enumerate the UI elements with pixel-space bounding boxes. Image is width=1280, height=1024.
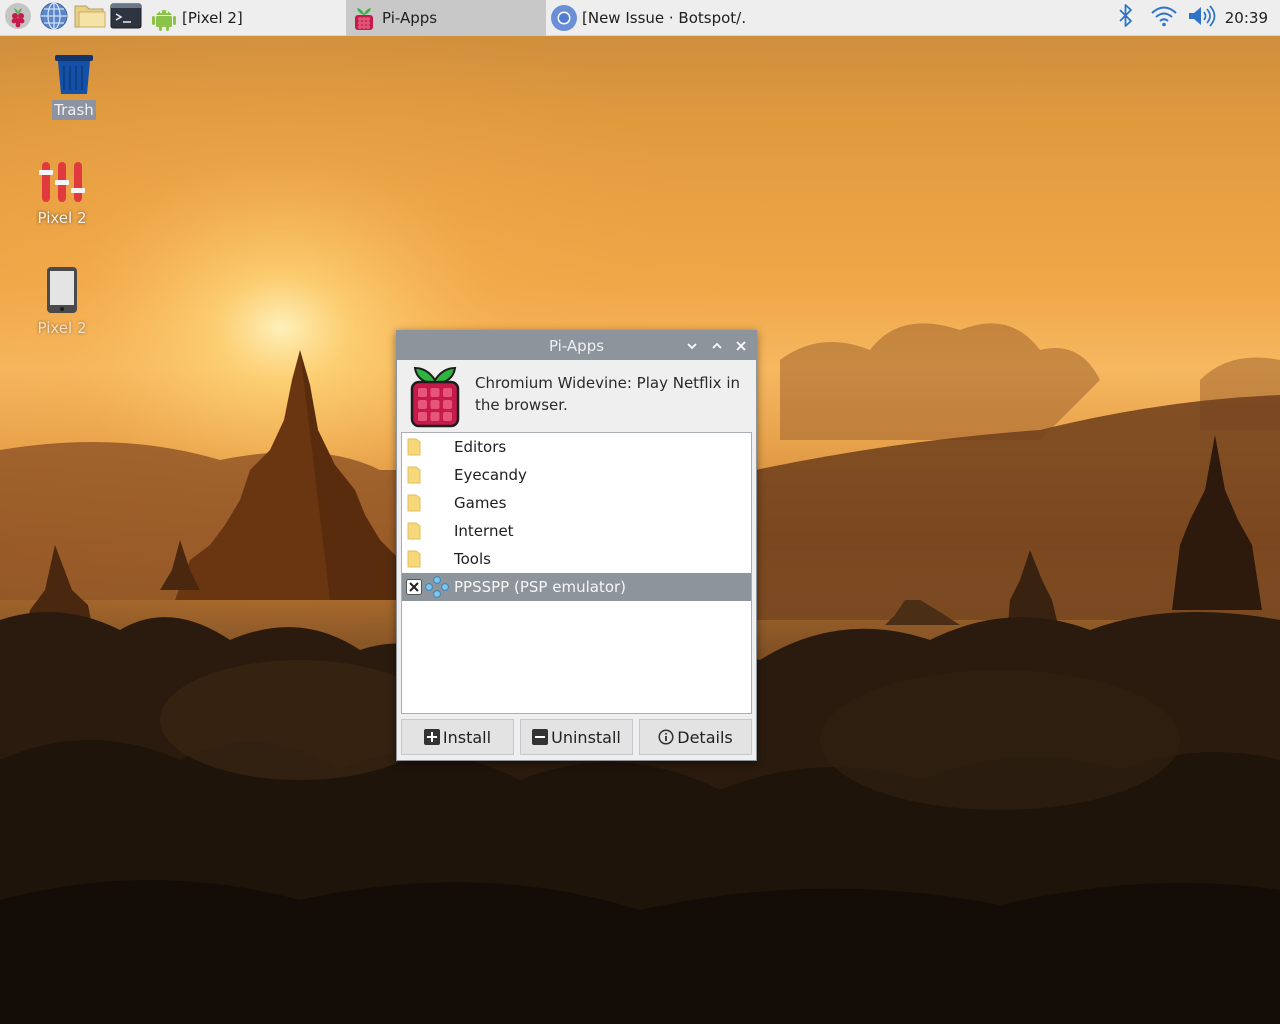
uninstall-button[interactable]: Uninstall xyxy=(520,719,633,755)
install-button-label: Install xyxy=(442,727,492,747)
window-header: Chromium Widevine: Play Netflix in the b… xyxy=(397,360,756,432)
uninstalled-x-icon xyxy=(404,577,424,597)
list-item-label: Tools xyxy=(454,550,491,568)
task-label: [New Issue · Botspot/… xyxy=(582,8,746,27)
task-pi-apps[interactable]: Pi-Apps xyxy=(346,0,546,36)
desktop-icon-label: Pixel 2 xyxy=(37,319,87,337)
list-item-tools[interactable]: Tools xyxy=(402,545,751,573)
close-icon xyxy=(736,341,746,351)
file-manager-launcher[interactable] xyxy=(72,0,108,36)
web-browser-launcher[interactable] xyxy=(36,0,72,36)
desktop-icon-pixel2-settings[interactable]: Pixel 2 xyxy=(22,156,102,228)
chevron-down-icon xyxy=(687,343,697,350)
maximize-button[interactable] xyxy=(706,335,728,357)
list-item-label: Editors xyxy=(454,438,507,456)
system-tray: 20:39 xyxy=(1107,0,1280,36)
list-item-label: Internet xyxy=(454,522,514,540)
install-button[interactable]: Install xyxy=(401,719,514,755)
android-icon xyxy=(150,4,178,32)
wifi-icon xyxy=(1150,4,1178,32)
bluetooth-button[interactable] xyxy=(1107,0,1145,36)
terminal-icon xyxy=(110,2,142,34)
pi-apps-logo-icon xyxy=(407,362,463,432)
file-manager-icon xyxy=(73,2,107,34)
folder-icon xyxy=(404,465,424,485)
list-item-label: Games xyxy=(454,494,507,512)
pixel2-sliders-icon xyxy=(38,156,86,204)
chromium-icon xyxy=(550,4,578,32)
info-icon xyxy=(658,729,674,745)
folder-icon xyxy=(404,437,424,457)
volume-button[interactable] xyxy=(1183,0,1221,36)
wifi-button[interactable] xyxy=(1145,0,1183,36)
folder-icon xyxy=(404,493,424,513)
details-button[interactable]: Details xyxy=(639,719,752,755)
list-item-editors[interactable]: Editors xyxy=(402,433,751,461)
minimize-button[interactable] xyxy=(681,335,703,357)
desktop-icon-pixel2-device[interactable]: Pixel 2 xyxy=(22,266,102,338)
plus-icon xyxy=(423,729,440,745)
uninstall-button-label: Uninstall xyxy=(551,727,621,747)
chevron-up-icon xyxy=(712,342,722,349)
close-button[interactable] xyxy=(730,335,752,357)
desktop-icon-label: Pixel 2 xyxy=(37,209,87,227)
list-item-label: Eyecandy xyxy=(454,466,527,484)
pi-apps-window: Pi-Apps Chromium Widevine: Play Netflix … xyxy=(396,330,757,761)
volume-icon xyxy=(1187,4,1217,32)
ppsspp-icon xyxy=(425,575,449,599)
app-description: Chromium Widevine: Play Netflix in the b… xyxy=(475,374,740,414)
minus-icon xyxy=(532,729,549,745)
raspberry-icon xyxy=(350,4,378,32)
folder-icon xyxy=(404,549,424,569)
list-item-internet[interactable]: Internet xyxy=(402,517,751,545)
list-item-ppsspp[interactable]: PPSSPP (PSP emulator) xyxy=(402,573,751,601)
raspberry-menu-icon xyxy=(4,2,32,34)
terminal-launcher[interactable] xyxy=(108,0,144,36)
task-label: Pi-Apps xyxy=(382,8,438,27)
list-item-games[interactable]: Games xyxy=(402,489,751,517)
clock[interactable]: 20:39 xyxy=(1221,9,1280,27)
desktop-icon-label: Trash xyxy=(52,100,96,120)
folder-icon xyxy=(404,521,424,541)
desktop-icon-trash[interactable]: Trash xyxy=(34,48,114,120)
task-label: [Pixel 2] xyxy=(182,8,243,27)
list-item-label: PPSSPP (PSP emulator) xyxy=(454,578,627,596)
taskbar: [Pixel 2] Pi-Apps [New Issue · Botspot/… xyxy=(0,0,1280,36)
action-buttons: Install Uninstall Details xyxy=(401,719,752,757)
task-pixel2[interactable]: [Pixel 2] xyxy=(146,0,346,36)
bluetooth-icon xyxy=(1117,3,1135,33)
window-titlebar[interactable]: Pi-Apps xyxy=(397,331,756,360)
task-chromium[interactable]: [New Issue · Botspot/… xyxy=(546,0,746,36)
trash-icon xyxy=(50,48,98,96)
app-list[interactable]: Editors Eyecandy Games Internet Tools PP… xyxy=(401,432,752,714)
phone-icon xyxy=(38,266,86,314)
web-browser-icon xyxy=(39,1,69,35)
window-title: Pi-Apps xyxy=(548,336,605,355)
details-button-label: Details xyxy=(677,727,733,747)
raspberry-menu-button[interactable] xyxy=(0,0,36,36)
list-item-eyecandy[interactable]: Eyecandy xyxy=(402,461,751,489)
